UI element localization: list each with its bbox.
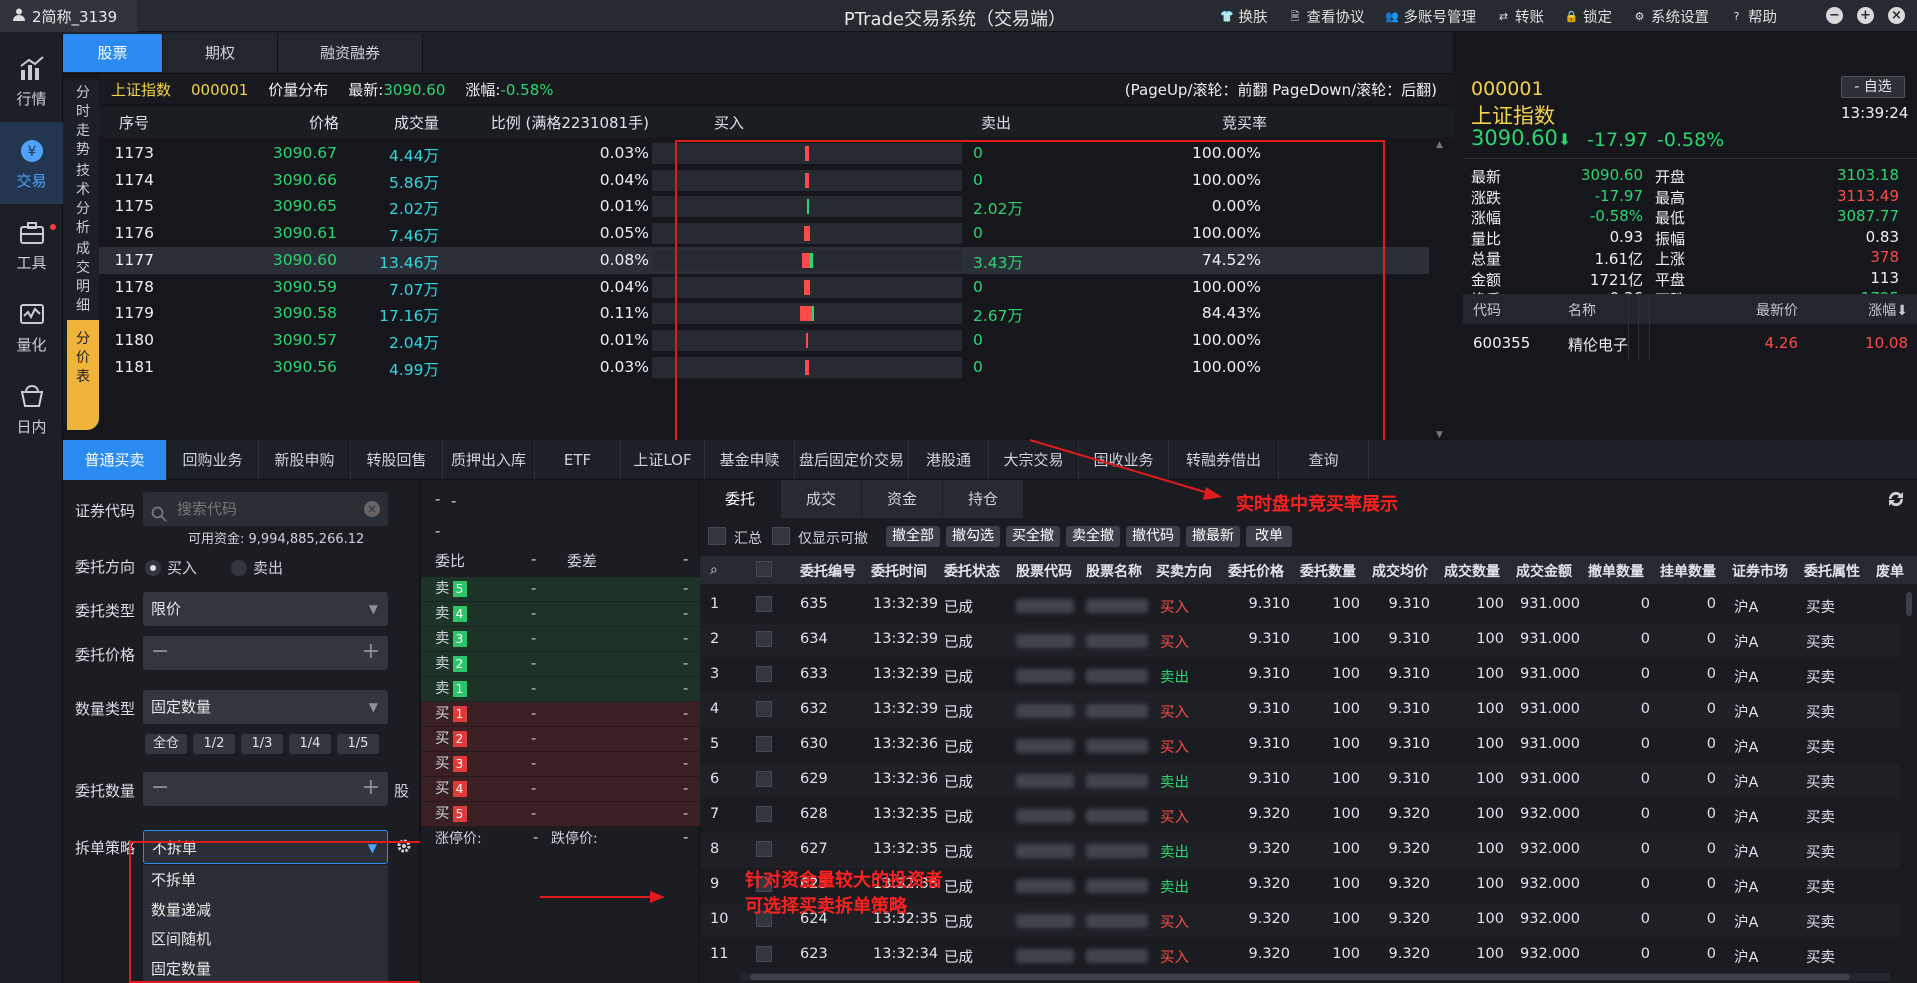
- annotation-bid-rate: 实时盘中竞买率展示: [1236, 494, 1398, 515]
- annotation-split-1: 针对资金量较大的投资者: [745, 870, 943, 891]
- annotation-arrows: [540, 439, 1222, 903]
- annotation-split-2: 可选择买卖拆单策略: [745, 896, 907, 917]
